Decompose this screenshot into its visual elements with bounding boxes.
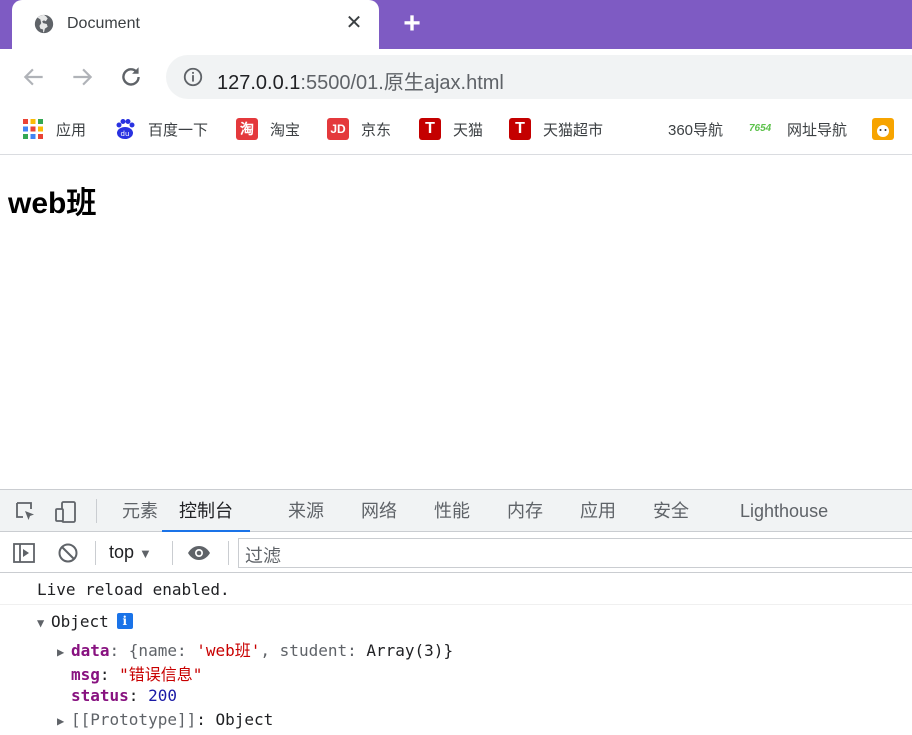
tab-network[interactable]: 网络 xyxy=(361,490,397,532)
property-string: 'web班' xyxy=(196,641,261,660)
eye-icon[interactable] xyxy=(187,541,211,565)
url-host: 127.0.0.1 xyxy=(217,72,301,94)
tab-memory[interactable]: 内存 xyxy=(507,490,543,532)
collapsed-triangle-icon[interactable]: ▶ xyxy=(57,714,71,728)
tab-application[interactable]: 应用 xyxy=(580,490,616,532)
object-label: Object xyxy=(51,612,109,631)
reload-icon[interactable] xyxy=(118,64,144,90)
filter-input[interactable]: 过滤 xyxy=(238,538,912,568)
toolbar-separator xyxy=(228,541,229,565)
baidu-icon: du xyxy=(116,119,135,139)
property-value: Array(3) xyxy=(366,641,444,660)
collapsed-triangle-icon[interactable]: ▶ xyxy=(57,645,71,659)
bookmark-tmall[interactable]: T 天猫 xyxy=(419,115,483,143)
bookmark-overflow[interactable] xyxy=(872,115,906,143)
chevron-down-icon: ▼ xyxy=(139,546,152,561)
property-punct: : {name: xyxy=(109,641,197,660)
property-key: status xyxy=(71,686,129,705)
bookmark-label: 天猫超市 xyxy=(543,121,604,139)
bookmark-label: 天猫 xyxy=(453,121,484,139)
devtools-tab-bar: 元素 控制台 来源 网络 性能 内存 应用 安全 Lighthouse xyxy=(0,490,912,532)
bookmark-label: 京东 xyxy=(361,121,392,139)
row-divider xyxy=(0,604,912,605)
inspect-element-icon[interactable] xyxy=(14,500,38,524)
bookmark-label: 360导航 xyxy=(668,121,724,139)
bookmarks-bar: 应用 du 百度一下 淘 淘宝 JD 京东 T 天猫 T 天猫超市 360导航 … xyxy=(0,105,912,155)
object-property-data[interactable]: ▶ data: {name: 'web班', student: Array(3)} xyxy=(57,637,453,661)
back-arrow-icon[interactable] xyxy=(21,64,47,90)
tmall-market-icon: T xyxy=(509,118,531,140)
url-text: 127.0.0.1:5500/01.原生ajax.html xyxy=(217,66,504,95)
property-key: [[Prototype]] xyxy=(71,710,197,729)
bookmark-label: 百度一下 xyxy=(148,121,209,139)
property-string: "错误信息" xyxy=(119,665,203,684)
context-value: top xyxy=(109,542,135,562)
device-toolbar-icon[interactable] xyxy=(54,500,78,524)
jd-icon: JD xyxy=(327,118,349,140)
bookmark-baidu[interactable]: du 百度一下 xyxy=(114,115,208,143)
bookmark-apps[interactable]: 应用 xyxy=(22,115,86,143)
toolbar-separator xyxy=(96,499,97,523)
bookmark-label: 应用 xyxy=(56,121,87,139)
toolbar-separator xyxy=(95,541,96,565)
svg-text:du: du xyxy=(121,130,130,138)
property-punct: , student: xyxy=(260,641,367,660)
forward-arrow-icon[interactable] xyxy=(69,64,95,90)
property-key: data xyxy=(71,641,110,660)
new-tab-button[interactable]: + xyxy=(398,9,426,39)
tab-title: Document xyxy=(67,15,140,32)
page-heading: web班 xyxy=(8,187,97,220)
globe-icon xyxy=(34,14,54,34)
bear-icon xyxy=(872,118,894,140)
property-value: Object xyxy=(215,710,274,729)
bookmark-tmall-market[interactable]: T 天猫超市 xyxy=(509,115,603,143)
bookmark-url-nav[interactable]: 7654 网址导航 xyxy=(749,115,847,143)
close-icon[interactable]: ✕ xyxy=(343,12,365,34)
browser-toolbar: 127.0.0.1:5500/01.原生ajax.html xyxy=(0,49,912,105)
bookmark-taobao[interactable]: 淘 淘宝 xyxy=(236,115,300,143)
tab-lighthouse[interactable]: Lighthouse xyxy=(740,490,828,532)
console-message: Live reload enabled. xyxy=(37,580,230,599)
sidebar-toggle-icon[interactable] xyxy=(12,541,36,565)
console-toolbar: top ▼ 过滤 xyxy=(0,533,912,573)
url-path: :5500/01.原生ajax.html xyxy=(300,72,504,94)
devtools-panel: 元素 控制台 来源 网络 性能 内存 应用 安全 Lighthouse top … xyxy=(0,489,912,735)
object-property-msg: msg: "错误信息" xyxy=(71,665,203,684)
property-punct: } xyxy=(443,641,454,660)
property-key: msg xyxy=(71,665,100,684)
bookmark-label: 淘宝 xyxy=(270,121,301,139)
context-selector[interactable]: top ▼ xyxy=(109,542,152,563)
object-root[interactable]: ▼ Object i xyxy=(37,612,133,631)
address-bar[interactable]: 127.0.0.1:5500/01.原生ajax.html xyxy=(166,55,912,99)
expanded-triangle-icon[interactable]: ▼ xyxy=(37,616,51,630)
bookmark-label: 网址导航 xyxy=(787,121,848,139)
info-icon[interactable] xyxy=(182,66,204,88)
property-number: 200 xyxy=(148,686,177,705)
apps-grid-icon xyxy=(23,119,43,139)
browser-tab[interactable]: Document ✕ xyxy=(12,0,379,49)
toolbar-separator xyxy=(172,541,173,565)
tab-elements[interactable]: 元素 xyxy=(122,490,158,532)
tab-console[interactable]: 控制台 xyxy=(162,490,250,532)
tab-strip: Document ✕ + xyxy=(0,0,912,49)
tab-performance[interactable]: 性能 xyxy=(434,490,470,532)
tmall-icon: T xyxy=(419,118,441,140)
tab-sources[interactable]: 来源 xyxy=(288,490,324,532)
tab-security[interactable]: 安全 xyxy=(653,490,689,532)
clear-console-icon[interactable] xyxy=(56,541,80,565)
bookmark-jd[interactable]: JD 京东 xyxy=(327,115,391,143)
7654-icon: 7654 xyxy=(749,123,772,134)
object-property-status: status: 200 xyxy=(71,686,177,705)
bookmark-360[interactable]: 360导航 xyxy=(668,115,723,143)
object-property-prototype[interactable]: ▶ [[Prototype]]: Object xyxy=(57,710,273,729)
info-icon[interactable]: i xyxy=(116,613,133,629)
taobao-icon: 淘 xyxy=(236,118,258,140)
